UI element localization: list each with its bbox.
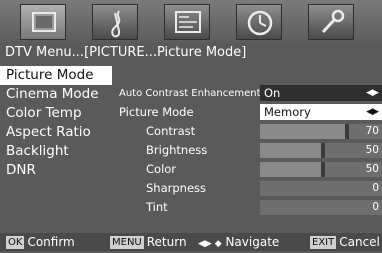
navigate-arrows-icon: ◀▶ ◆: [198, 239, 222, 249]
tab-audio[interactable]: [92, 4, 138, 40]
setting-tint[interactable]: Tint 0: [117, 198, 382, 217]
cancel-label: Cancel: [339, 235, 380, 249]
setting-label: Sharpness: [146, 181, 207, 195]
menu-item-dnr[interactable]: DNR: [0, 161, 118, 180]
menu-item-label: Color Temp: [6, 105, 82, 121]
setting-label: Contrast: [146, 124, 196, 138]
tab-setup[interactable]: [308, 4, 354, 40]
sharpness-slider[interactable]: 0: [260, 181, 382, 196]
wrench-icon: [321, 9, 345, 34]
menu-item-cinema-mode[interactable]: Cinema Mode: [0, 85, 118, 104]
setting-brightness[interactable]: Brightness 50: [117, 141, 382, 160]
menu-tab-bar: [0, 0, 382, 43]
setting-label: Picture Mode: [119, 105, 194, 119]
setting-auto-contrast[interactable]: Auto Contrast Enhancement On ◀▶: [117, 84, 382, 103]
menu-item-backlight[interactable]: Backlight: [0, 142, 118, 161]
tint-slider[interactable]: 0: [260, 200, 382, 215]
menu-item-label: Backlight: [6, 143, 69, 159]
slider-thumb[interactable]: [345, 124, 349, 139]
slider-fill: [260, 162, 321, 177]
slider-thumb[interactable]: [321, 143, 325, 158]
slider-value: 0: [372, 182, 379, 194]
menu-item-aspect-ratio[interactable]: Aspect Ratio: [0, 123, 118, 142]
slider-fill: [260, 143, 321, 158]
menu-item-label: Picture Mode: [6, 67, 94, 83]
slider-thumb[interactable]: [321, 162, 325, 177]
slider-fill: [260, 124, 345, 139]
tab-picture[interactable]: [164, 4, 210, 40]
menu-key-icon: MENU: [110, 236, 144, 249]
tab-time[interactable]: [236, 4, 282, 40]
setting-value: On: [264, 86, 281, 100]
tv-icon: [32, 12, 56, 32]
help-return: MENU Return: [110, 233, 187, 251]
menu-item-picture-mode[interactable]: Picture Mode: [0, 66, 112, 85]
color-slider[interactable]: 50: [260, 162, 382, 177]
auto-contrast-selector[interactable]: On ◀▶: [260, 85, 382, 101]
menu-item-color-temp[interactable]: Color Temp: [0, 104, 118, 123]
exit-key-icon: EXIT: [310, 236, 337, 249]
left-right-arrows-icon: ◀▶: [366, 88, 379, 98]
setting-label: Brightness: [146, 143, 208, 157]
setting-label: Auto Contrast Enhancement: [119, 88, 261, 99]
slider-value: 0: [372, 201, 379, 213]
left-right-arrows-icon: ◀▶: [366, 107, 379, 117]
ok-key-icon: OK: [6, 236, 25, 249]
breadcrumb: DTV Menu...[PICTURE...Picture Mode]: [5, 45, 247, 60]
setting-value: Memory: [264, 105, 311, 119]
slider-value: 50: [365, 144, 379, 156]
menu-item-label: Cinema Mode: [6, 86, 99, 102]
brightness-slider[interactable]: 50: [260, 143, 382, 158]
slider-value: 50: [365, 163, 379, 175]
picture-mode-selector[interactable]: Memory ◀▶: [260, 104, 382, 120]
help-cancel: EXIT Cancel: [310, 233, 380, 251]
return-label: Return: [146, 235, 187, 249]
picture-icon: [175, 11, 201, 33]
menu-item-label: DNR: [6, 162, 36, 178]
navigate-label: Navigate: [225, 235, 280, 249]
setting-contrast[interactable]: Contrast 70: [117, 122, 382, 141]
help-confirm: OK Confirm: [6, 233, 75, 251]
menu-item-label: Aspect Ratio: [6, 124, 91, 140]
setting-label: Tint: [146, 200, 168, 214]
help-navigate: ◀▶ ◆ Navigate: [198, 233, 279, 253]
setting-label: Color: [146, 162, 177, 176]
confirm-label: Confirm: [27, 235, 75, 249]
setting-picture-mode[interactable]: Picture Mode Memory ◀▶: [117, 103, 382, 122]
music-note-icon: [111, 10, 121, 38]
setting-color[interactable]: Color 50: [117, 160, 382, 179]
contrast-slider[interactable]: 70: [260, 124, 382, 139]
picture-submenu: Picture Mode Cinema Mode Color Temp Aspe…: [0, 66, 118, 180]
tab-tv[interactable]: [20, 4, 66, 40]
help-bar: OK Confirm MENU Return ◀▶ ◆ Navigate EXIT C…: [0, 233, 382, 251]
clock-icon: [247, 10, 273, 36]
setting-sharpness[interactable]: Sharpness 0: [117, 179, 382, 198]
slider-value: 70: [365, 125, 379, 137]
